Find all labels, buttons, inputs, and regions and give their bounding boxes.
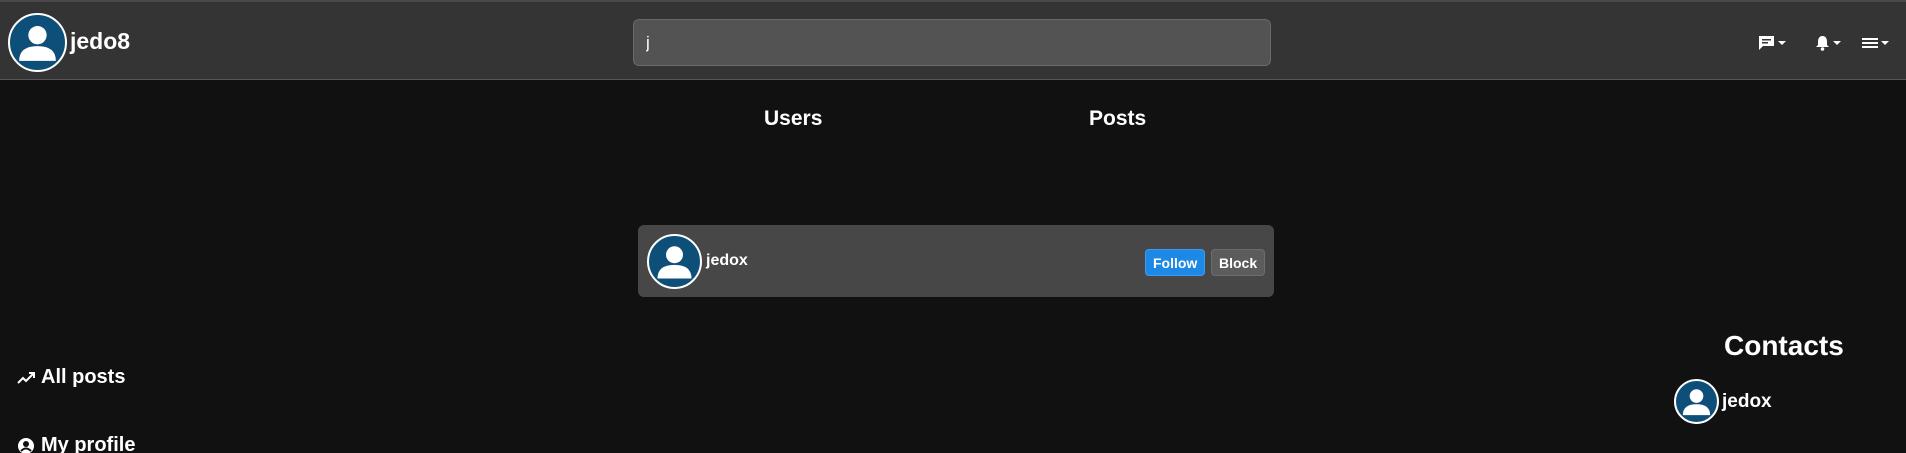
sidebar-item-all-posts[interactable]: All posts	[17, 366, 125, 389]
top-navbar: jedo8	[0, 0, 1906, 80]
user-avatar[interactable]	[8, 13, 67, 72]
chat-icon	[1759, 36, 1774, 50]
bell-icon	[1816, 36, 1829, 51]
menu-icon	[1862, 38, 1878, 48]
notifications-button[interactable]	[1815, 33, 1851, 53]
result-username[interactable]: jedox	[706, 252, 748, 270]
contact-avatar[interactable]	[1674, 379, 1719, 424]
user-result-card: jedox Follow Block	[638, 225, 1274, 297]
default-avatar-icon	[19, 26, 56, 61]
tab-users[interactable]: Users	[764, 107, 822, 131]
trending-icon	[17, 371, 35, 384]
current-username[interactable]: jedo8	[70, 28, 130, 55]
contact-item[interactable]: jedox	[1674, 379, 1772, 424]
search-input[interactable]	[633, 19, 1271, 66]
chevron-down-icon	[1833, 41, 1841, 45]
follow-button[interactable]: Follow	[1145, 249, 1206, 276]
block-button[interactable]: Block	[1211, 249, 1266, 276]
main-menu-button[interactable]	[1862, 33, 1898, 53]
result-avatar[interactable]	[647, 234, 702, 289]
contacts-heading: Contacts	[1724, 330, 1844, 361]
chevron-down-icon	[1778, 41, 1786, 45]
sidebar-item-label: My profile	[41, 434, 136, 453]
default-avatar-icon	[657, 246, 692, 279]
default-avatar-icon	[1682, 389, 1711, 416]
sidebar-item-label: All posts	[41, 366, 126, 388]
contact-name: jedox	[1722, 390, 1772, 412]
messages-button[interactable]	[1758, 33, 1794, 53]
sidebar-item-my-profile[interactable]: My profile	[17, 434, 135, 453]
tab-posts[interactable]: Posts	[1089, 107, 1146, 131]
chevron-down-icon	[1881, 41, 1889, 45]
user-circle-icon	[18, 437, 34, 453]
